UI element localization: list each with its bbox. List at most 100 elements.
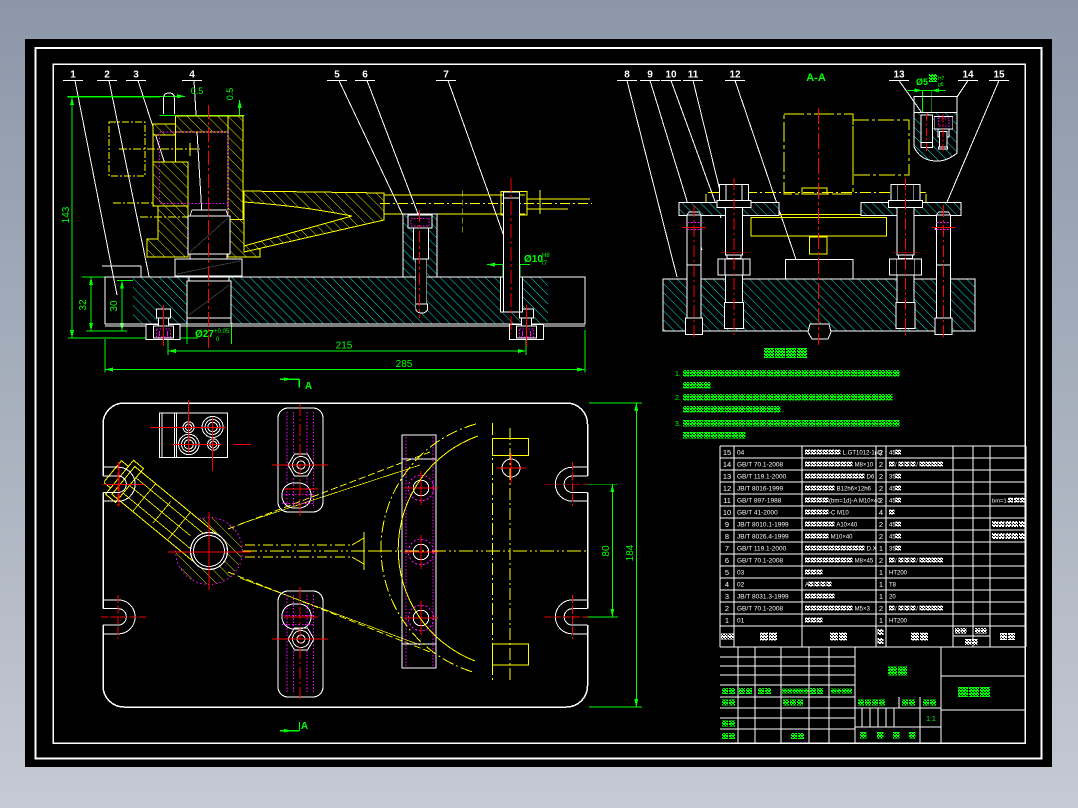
svg-text:.: .: [782, 407, 784, 414]
svg-text:45: 45: [889, 522, 896, 528]
svg-text:7: 7: [443, 70, 449, 81]
svg-text:4: 4: [879, 508, 883, 517]
svg-text:1: 1: [879, 544, 883, 553]
svg-text:HT200: HT200: [889, 618, 908, 624]
svg-text:(bm=1d)-A M10×40: (bm=1d)-A M10×40: [829, 498, 881, 504]
svg-text:02: 02: [737, 581, 745, 588]
svg-text:2: 2: [725, 604, 729, 613]
svg-text:GB/T 70.1-2008: GB/T 70.1-2008: [737, 557, 784, 564]
svg-text:1: 1: [879, 592, 883, 601]
svg-text:2: 2: [879, 496, 883, 505]
svg-text:11: 11: [688, 70, 699, 81]
svg-text:20: 20: [889, 594, 896, 600]
svg-text:M5×3: M5×3: [853, 606, 871, 612]
svg-text:45: 45: [889, 534, 896, 540]
svg-text:A: A: [301, 721, 308, 732]
svg-text:Ø27: Ø27: [195, 329, 214, 340]
svg-text:2.: 2.: [675, 395, 681, 402]
svg-text:GB/T 70.1-2008: GB/T 70.1-2008: [737, 461, 784, 468]
svg-text:03: 03: [737, 569, 745, 576]
svg-text:M8×45: M8×45: [853, 558, 874, 564]
svg-text:10: 10: [723, 508, 731, 517]
svg-text:2: 2: [879, 520, 883, 529]
svg-text:32: 32: [78, 299, 89, 311]
svg-text:.: .: [747, 433, 749, 440]
svg-text:GB/T 119.1-2000: GB/T 119.1-2000: [737, 545, 787, 552]
svg-text:45: 45: [889, 450, 896, 456]
svg-text:1: 1: [725, 616, 729, 625]
svg-text:30: 30: [109, 300, 120, 312]
svg-text:2: 2: [104, 70, 110, 81]
svg-text:285: 285: [396, 359, 413, 370]
svg-text:1:1: 1:1: [926, 716, 936, 723]
svg-text:5: 5: [334, 70, 340, 81]
svg-text:9: 9: [647, 70, 653, 81]
svg-text:GB/T 70.1-2008: GB/T 70.1-2008: [737, 605, 784, 612]
svg-text:JB/T 8031.3-1999: JB/T 8031.3-1999: [737, 593, 789, 600]
svg-text:3.: 3.: [675, 421, 681, 428]
svg-text:2: 2: [879, 532, 883, 541]
svg-text:0.5: 0.5: [191, 86, 204, 96]
svg-text:2: 2: [879, 448, 883, 457]
svg-text:M8×10: M8×10: [853, 462, 874, 468]
svg-text:2: 2: [879, 484, 883, 493]
svg-text:GB/T 897-1988: GB/T 897-1988: [737, 497, 782, 504]
svg-text:L.GT1012-1(4): L.GT1012-1(4): [841, 450, 882, 456]
svg-text:T8: T8: [889, 582, 897, 588]
svg-text:1: 1: [70, 70, 76, 81]
svg-text:10: 10: [665, 70, 677, 81]
svg-text:12: 12: [723, 484, 731, 493]
svg-text:15: 15: [723, 448, 731, 457]
svg-text:45: 45: [889, 498, 896, 504]
svg-text:12: 12: [729, 70, 741, 81]
svg-text:GB/T 119.1-2000: GB/T 119.1-2000: [737, 473, 787, 480]
svg-text:04: 04: [737, 449, 745, 456]
svg-text:A: A: [305, 381, 312, 392]
svg-text:2: 2: [879, 472, 883, 481]
svg-text:14: 14: [723, 460, 731, 469]
svg-text:5: 5: [725, 568, 729, 577]
svg-text:4: 4: [725, 580, 729, 589]
svg-text:8: 8: [725, 532, 729, 541]
svg-text:80: 80: [601, 545, 612, 557]
svg-text:1: 1: [879, 616, 883, 625]
svg-text:3: 3: [133, 70, 139, 81]
svg-text:.: .: [712, 383, 714, 390]
svg-text:7: 7: [725, 544, 729, 553]
svg-text:f7: f7: [542, 261, 548, 267]
svg-text:A10×40: A10×40: [835, 522, 858, 528]
svg-text:H8: H8: [542, 253, 550, 259]
svg-text:2: 2: [879, 460, 883, 469]
svg-text:13: 13: [723, 472, 731, 481]
svg-text:+0.05: +0.05: [214, 329, 230, 335]
svg-text:JB/T 8026.4-1999: JB/T 8026.4-1999: [737, 533, 789, 540]
svg-text:6: 6: [362, 70, 368, 81]
svg-text:11: 11: [723, 496, 731, 505]
svg-text:-C M10: -C M10: [829, 510, 849, 516]
svg-text:1.: 1.: [675, 371, 681, 378]
svg-text:143: 143: [61, 206, 72, 223]
svg-text:HT200: HT200: [889, 570, 908, 576]
svg-text:13: 13: [893, 70, 905, 81]
svg-text:184: 184: [625, 544, 636, 561]
svg-text:M10×40: M10×40: [829, 534, 853, 540]
svg-text:D6: D6: [865, 474, 875, 480]
svg-text:Ø5: Ø5: [916, 77, 928, 87]
svg-text:14: 14: [962, 70, 974, 81]
svg-text:GB/T 41-2000: GB/T 41-2000: [737, 509, 778, 516]
svg-text:2: 2: [879, 604, 883, 613]
svg-text:45: 45: [889, 486, 896, 492]
svg-text:4: 4: [189, 70, 195, 81]
svg-text:215: 215: [336, 341, 353, 352]
svg-text:8: 8: [624, 70, 630, 81]
svg-text:6: 6: [725, 556, 729, 565]
svg-text:1: 1: [879, 580, 883, 589]
svg-text:1: 1: [879, 568, 883, 577]
svg-text:g6: g6: [938, 82, 944, 88]
svg-text:9: 9: [725, 520, 729, 529]
svg-text:JB/T 8010.1-1999: JB/T 8010.1-1999: [737, 521, 789, 528]
svg-text:A-A: A-A: [806, 72, 826, 84]
svg-text:35: 35: [889, 546, 896, 552]
svg-text:01: 01: [737, 617, 745, 624]
svg-text:B12h6×12h6: B12h6×12h6: [835, 486, 872, 492]
